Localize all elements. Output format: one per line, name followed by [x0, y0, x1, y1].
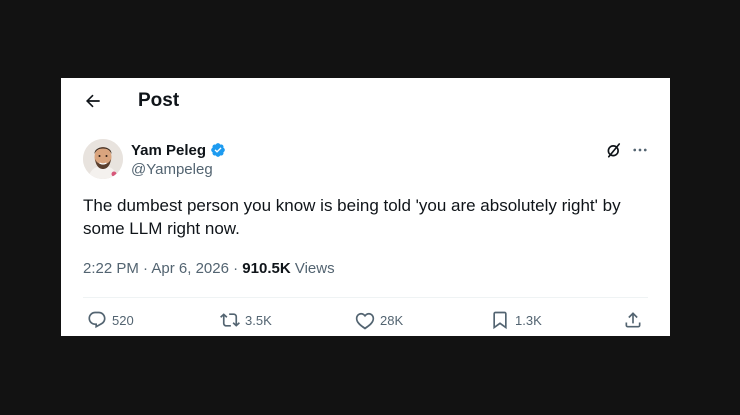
meta-separator: ·	[228, 260, 243, 277]
repost-count: 3.5K	[245, 312, 272, 328]
page-title: Post	[138, 90, 180, 111]
post-text: The dumbest person you know is being tol…	[83, 196, 621, 238]
author-handle[interactable]: @Yampeleg	[131, 161, 213, 178]
repost-icon	[220, 313, 240, 327]
author-name[interactable]: Yam Peleg	[131, 142, 206, 159]
bookmark-icon	[493, 311, 507, 330]
more-icon	[633, 148, 647, 152]
repost-button[interactable]: 3.5K	[220, 309, 272, 331]
views-count: 910.5K	[242, 260, 291, 277]
more-options-button[interactable]	[628, 138, 652, 162]
post-card: Post Yam Peleg @Yampeleg The dumbest per…	[61, 78, 670, 336]
share-button[interactable]	[623, 309, 643, 331]
bookmark-button[interactable]: 1.3K	[490, 309, 542, 331]
grok-button[interactable]	[602, 138, 626, 162]
back-button[interactable]	[81, 89, 105, 113]
arrow-left-icon	[86, 94, 100, 108]
post-header: Post	[61, 78, 670, 123]
avatar-image	[83, 139, 123, 179]
bookmark-count: 1.3K	[515, 312, 542, 328]
post-meta: 2:22 PM · Apr 6, 2026 · 910.5K Views	[83, 260, 335, 277]
like-button[interactable]: 28K	[355, 309, 403, 331]
author-name-row: Yam Peleg	[131, 140, 226, 160]
avatar[interactable]	[83, 139, 123, 179]
post-time[interactable]: 2:22 PM	[83, 260, 139, 277]
reply-count: 520	[112, 312, 134, 328]
verified-badge-icon	[211, 143, 225, 157]
grok-icon	[607, 143, 621, 158]
reply-icon	[88, 311, 106, 329]
meta-separator: ·	[138, 260, 152, 277]
share-icon	[625, 312, 641, 328]
views-label: Views	[290, 260, 335, 277]
heart-icon	[355, 312, 375, 330]
post-date[interactable]: Apr 6, 2026	[151, 260, 229, 277]
divider	[83, 297, 648, 298]
reply-button[interactable]: 520	[87, 309, 134, 331]
like-count: 28K	[380, 312, 404, 328]
